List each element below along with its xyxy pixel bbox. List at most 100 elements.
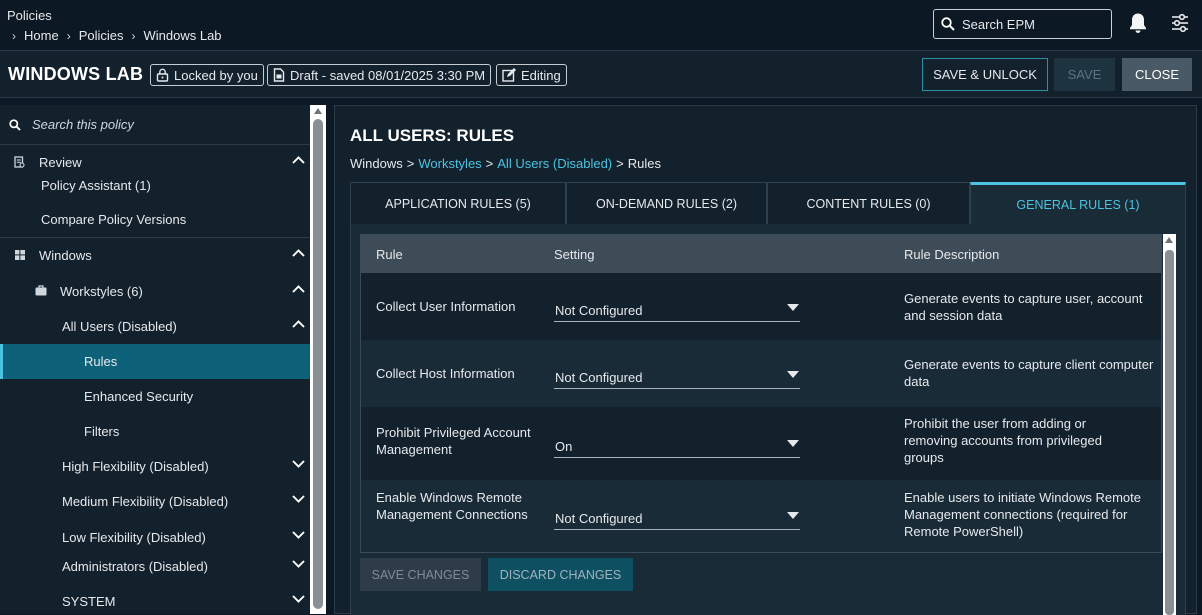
tab-content-rules[interactable]: CONTENT RULES (0) [767, 182, 970, 225]
chevron-down-icon[interactable] [292, 531, 305, 539]
sidebar-item-compare-policy-versions[interactable]: Compare Policy Versions [0, 201, 310, 235]
scroll-up-arrow-icon[interactable] [1165, 237, 1173, 243]
save-button[interactable]: SAVE [1054, 58, 1115, 91]
rule-description: Enable users to initiate Windows Remote … [904, 490, 1142, 539]
sidebar-item-workstyles[interactable]: Workstyles (6) [0, 274, 310, 308]
locked-status-chip: Locked by you [150, 64, 264, 86]
chevron-down-icon[interactable] [292, 460, 305, 468]
sidebar-item-enhanced-security[interactable]: Enhanced Security [0, 379, 310, 413]
sidebar-search-input[interactable]: Search this policy [0, 105, 310, 145]
crumb-separator: > [406, 156, 415, 171]
discard-changes-button[interactable]: DISCARD CHANGES [488, 558, 633, 591]
search-icon [9, 118, 21, 131]
sidebar-item-label: Low Flexibility (Disabled) [62, 530, 206, 545]
panel-scrollbar[interactable] [1163, 234, 1176, 615]
sidebar-item-rules[interactable]: Rules [0, 344, 310, 379]
sidebar-item-administrators[interactable]: Administrators (Disabled) [0, 549, 310, 583]
tab-application-rules[interactable]: APPLICATION RULES (5) [350, 182, 566, 225]
chevron-right-icon: › [131, 28, 136, 43]
sidebar-all-users-label: All Users (Disabled) [62, 319, 177, 334]
column-header-setting: Setting [554, 247, 595, 262]
caret-down-icon [787, 371, 799, 378]
windows-logo-icon [15, 250, 25, 260]
sidebar-workstyles-label: Workstyles (6) [60, 284, 143, 299]
general-rules-panel: Rule Setting Rule Description Collect Us… [350, 224, 1186, 615]
close-button[interactable]: CLOSE [1122, 58, 1192, 91]
sidebar-scrollbar-thumb[interactable] [313, 119, 323, 609]
rule-name: Collect Host Information [376, 366, 515, 381]
sidebar-item-medium-flexibility[interactable]: Medium Flexibility (Disabled) [0, 484, 310, 518]
tab-general-rules[interactable]: GENERAL RULES (1) [970, 182, 1186, 225]
column-header-description: Rule Description [904, 247, 1000, 262]
rule-description: Generate events to capture user, account… [904, 291, 1143, 323]
chevron-down-icon[interactable] [292, 495, 305, 503]
column-header-rule: Rule [376, 247, 403, 262]
chevron-up-icon[interactable] [292, 156, 305, 164]
tab-on-demand-rules[interactable]: ON-DEMAND RULES (2) [566, 182, 767, 225]
draft-status-label: Draft - saved 08/01/2025 3:30 PM [290, 67, 486, 83]
general-rules-table: Rule Setting Rule Description Collect Us… [360, 234, 1162, 553]
scroll-up-arrow-icon[interactable] [314, 108, 322, 114]
sidebar-item-label: Medium Flexibility (Disabled) [62, 494, 229, 509]
setting-dropdown[interactable]: Not Configured [554, 363, 800, 389]
sidebar-item-label: SYSTEM [62, 594, 116, 609]
sidebar-item-label: Filters [84, 424, 120, 439]
save-changes-button[interactable]: SAVE CHANGES [360, 558, 481, 591]
editing-status-label: Editing [521, 67, 561, 83]
crumb-windows: Windows [350, 156, 403, 171]
setting-value: On [555, 439, 573, 454]
sidebar-item-label: Administrators (Disabled) [62, 559, 208, 574]
locked-status-label: Locked by you [174, 67, 258, 83]
caret-down-icon [787, 440, 799, 447]
search-icon [941, 17, 955, 31]
sidebar-item-label: Compare Policy Versions [41, 212, 187, 227]
chevron-up-icon[interactable] [292, 249, 305, 257]
table-row: Prohibit Privileged Account Management O… [361, 407, 1161, 480]
sidebar-scrollbar[interactable] [310, 105, 326, 614]
crumb-separator: > [485, 156, 494, 171]
filter-settings-icon[interactable] [1171, 13, 1189, 33]
policy-title-bar: WINDOWS LAB Locked by you Draft - saved … [0, 50, 1202, 98]
briefcase-icon [35, 285, 47, 296]
top-bar: Policies › Home › Policies › Windows Lab… [0, 0, 1202, 50]
review-icon [14, 156, 25, 168]
save-and-unlock-button[interactable]: SAVE & UNLOCK [922, 58, 1048, 91]
search-epm-placeholder: Search EPM [962, 16, 1035, 32]
breadcrumb-policies[interactable]: Policies [79, 28, 124, 43]
crumb-all-users-link[interactable]: All Users (Disabled) [497, 156, 612, 171]
rules-main-panel: ALL USERS: RULES Windows > Workstyles > … [334, 105, 1197, 615]
crumb-workstyles-link[interactable]: Workstyles [418, 156, 481, 171]
sidebar-item-all-users[interactable]: All Users (Disabled) [0, 309, 310, 343]
setting-dropdown[interactable]: Not Configured [554, 296, 800, 322]
setting-dropdown[interactable]: Not Configured [554, 504, 800, 530]
sidebar-windows-label: Windows [39, 248, 92, 263]
rule-name: Prohibit Privileged Account Management [376, 425, 531, 457]
breadcrumb-home[interactable]: Home [24, 28, 59, 43]
table-row: Enable Windows Remote Management Connect… [361, 480, 1161, 552]
chevron-down-icon[interactable] [292, 595, 305, 603]
panel-scrollbar-thumb[interactable] [1165, 250, 1174, 615]
bell-icon[interactable] [1128, 12, 1148, 34]
sidebar-item-system[interactable]: SYSTEM [0, 584, 310, 614]
sidebar-review-label: Review [39, 155, 82, 170]
rule-name: Collect User Information [376, 299, 516, 314]
chevron-down-icon[interactable] [292, 560, 305, 568]
sidebar-item-label: Enhanced Security [84, 389, 194, 404]
chevron-right-icon: › [66, 28, 71, 43]
chevron-up-icon[interactable] [292, 285, 305, 293]
rule-description: Generate events to capture client comput… [904, 357, 1154, 389]
sidebar-group-windows[interactable]: Windows [0, 238, 310, 272]
crumb-rules: Rules [627, 156, 661, 171]
search-epm-input[interactable]: Search EPM [933, 9, 1112, 39]
breadcrumb-current: Windows Lab [143, 28, 222, 43]
sidebar-item-filters[interactable]: Filters [0, 414, 310, 448]
caret-down-icon [787, 512, 799, 519]
table-row: Collect User Information Not Configured … [361, 273, 1161, 340]
app-title: Policies [7, 8, 52, 23]
setting-value: Not Configured [555, 511, 643, 526]
sidebar-item-high-flexibility[interactable]: High Flexibility (Disabled) [0, 449, 310, 483]
chevron-up-icon[interactable] [292, 320, 305, 328]
setting-dropdown[interactable]: On [554, 432, 800, 458]
document-icon [273, 68, 285, 82]
caret-down-icon [787, 304, 799, 311]
